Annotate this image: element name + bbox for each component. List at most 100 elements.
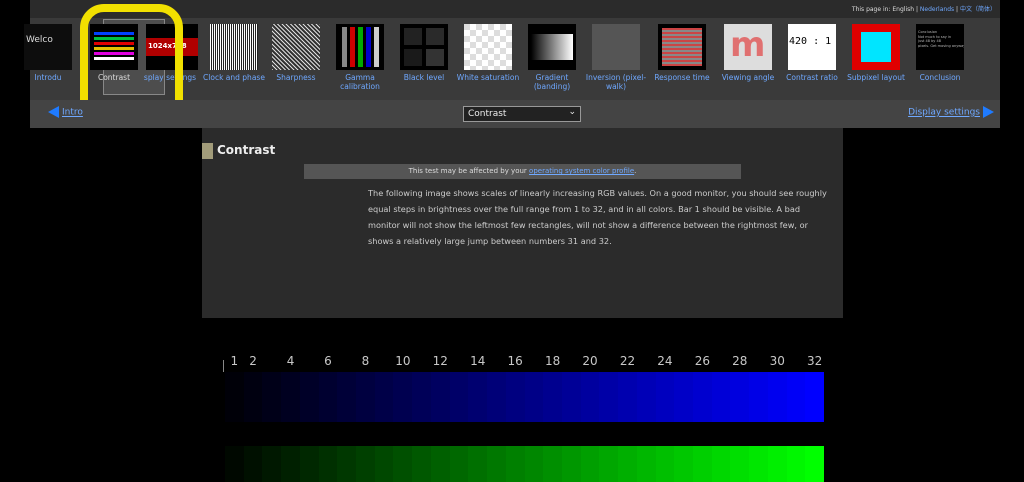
brightness-step <box>655 372 675 422</box>
nav-item-sharpness[interactable]: Sharpness <box>264 24 328 96</box>
brightness-step <box>225 446 244 482</box>
gradient-thumbnail <box>528 24 576 70</box>
green-scale-bar <box>225 446 824 482</box>
brightness-step <box>487 372 506 422</box>
header-top-strip: This page in: English | Nederlands | 中文（… <box>30 0 1000 18</box>
scale-number: 1 <box>230 354 239 368</box>
nav-item-response-time[interactable]: Response time <box>650 24 714 96</box>
language-link-chinese[interactable]: 中文（简体） <box>960 6 996 13</box>
black-square <box>426 28 444 45</box>
brightness-step <box>505 372 525 422</box>
nav-item-contrast[interactable]: Contrast <box>82 24 146 96</box>
clock-phase-thumbnail <box>210 24 258 70</box>
previous-page-link[interactable]: Intro <box>48 106 83 118</box>
brightness-step <box>692 446 712 482</box>
scale-number: 10 <box>395 354 411 368</box>
nav-item-gradient[interactable]: Gradient (banding) <box>520 24 584 96</box>
brightness-step <box>711 372 731 422</box>
brightness-step <box>225 372 244 422</box>
language-current: English <box>892 6 915 13</box>
brightness-step <box>749 372 768 422</box>
nav-item-clock-phase[interactable]: Clock and phase <box>202 24 266 96</box>
brightness-step <box>730 446 750 482</box>
nav-item-white-saturation[interactable]: White saturation <box>456 24 520 96</box>
brightness-step <box>449 372 469 422</box>
brightness-step <box>767 372 787 422</box>
brightness-step <box>356 372 375 422</box>
conclusion-thumbnail: Conclusion Not much to say in just 48 by… <box>916 24 964 70</box>
language-link-dutch[interactable]: Nederlands <box>920 6 954 13</box>
brightness-step <box>262 372 282 422</box>
nav-item-label: Gradient (banding) <box>533 73 571 91</box>
nav-item-label: splay settings <box>143 73 196 82</box>
brightness-step <box>580 446 600 482</box>
nav-item-subpixel-layout[interactable]: Subpixel layout <box>844 24 908 96</box>
color-profile-link[interactable]: operating system color profile <box>529 167 634 175</box>
brightness-step <box>281 446 300 482</box>
brightness-step <box>786 372 806 422</box>
brightness-step <box>618 446 637 482</box>
subpixel-square <box>861 32 891 62</box>
page-select-value: Contrast <box>468 109 507 119</box>
brightness-step <box>580 372 600 422</box>
display-settings-thumbnail: 1024x768 <box>146 24 198 70</box>
brightness-step <box>468 446 488 482</box>
scale-number: 2 <box>249 354 257 368</box>
page-select-dropdown[interactable]: Contrast ⌄ <box>463 106 581 122</box>
brightness-step <box>543 446 562 482</box>
brightness-step <box>374 446 394 482</box>
brightness-step <box>468 372 488 422</box>
gamma-thumbnail <box>336 24 384 70</box>
response-time-thumbnail <box>658 24 706 70</box>
sharpness-thumbnail <box>272 24 320 70</box>
nav-item-inversion[interactable]: Inversion (pixel-walk) <box>584 24 648 96</box>
nav-item-black-level[interactable]: Black level <box>392 24 456 96</box>
nav-item-label: Conclusion <box>919 73 961 82</box>
brightness-step <box>674 372 693 422</box>
notice-text: This test may be affected by your <box>408 167 530 175</box>
nav-item-viewing-angle[interactable]: m Viewing angle <box>716 24 780 96</box>
brightness-step <box>299 446 319 482</box>
scale-number: 8 <box>361 354 370 368</box>
brightness-step <box>636 446 656 482</box>
brightness-step <box>243 372 263 422</box>
nav-item-label: Black level <box>403 73 445 82</box>
black-level-thumbnail <box>400 24 448 70</box>
resolution-text: 1024x768 <box>148 42 187 50</box>
scale-number: 30 <box>769 354 785 368</box>
brightness-step <box>374 372 394 422</box>
test-navigation-strip: Welco Introdu Contrast 1024x768 splay se… <box>16 24 966 96</box>
brightness-step <box>299 372 319 422</box>
brightness-step <box>449 446 469 482</box>
brightness-step <box>543 372 562 422</box>
nav-item-label: White saturation <box>456 73 520 82</box>
nav-item-display-settings[interactable]: 1024x768 splay settings <box>138 24 198 96</box>
nav-item-contrast-ratio[interactable]: 420 : 1 Contrast ratio <box>780 24 844 96</box>
brightness-step <box>524 372 544 422</box>
nav-item-introduction[interactable]: Welco Introdu <box>16 24 80 96</box>
nav-item-conclusion[interactable]: Conclusion Not much to say in just 48 by… <box>908 24 972 96</box>
scale-number: 20 <box>582 354 598 368</box>
brightness-step <box>356 446 375 482</box>
nav-item-label: Inversion (pixel-walk) <box>585 73 647 91</box>
scale-number: 4 <box>286 354 295 368</box>
contrast-thumbnail <box>90 24 138 70</box>
inversion-thumbnail <box>592 24 640 70</box>
brightness-step <box>636 372 656 422</box>
nav-item-gamma[interactable]: Gamma calibration <box>328 24 392 96</box>
brightness-step <box>393 372 413 422</box>
blue-scale-bar <box>225 372 824 422</box>
scale-number: 12 <box>432 354 448 368</box>
nav-item-label: Contrast <box>97 73 131 82</box>
brightness-step <box>318 446 338 482</box>
brightness-step <box>655 446 675 482</box>
page-title: Contrast <box>217 143 276 157</box>
brightness-step <box>692 372 712 422</box>
nav-item-label: Gamma calibration <box>340 73 380 91</box>
next-page-link[interactable]: Display settings <box>908 106 994 118</box>
brightness-step <box>561 372 581 422</box>
next-page-label: Display settings <box>908 107 980 118</box>
brightness-step <box>337 446 357 482</box>
brightness-step <box>618 372 637 422</box>
brightness-step <box>749 446 768 482</box>
